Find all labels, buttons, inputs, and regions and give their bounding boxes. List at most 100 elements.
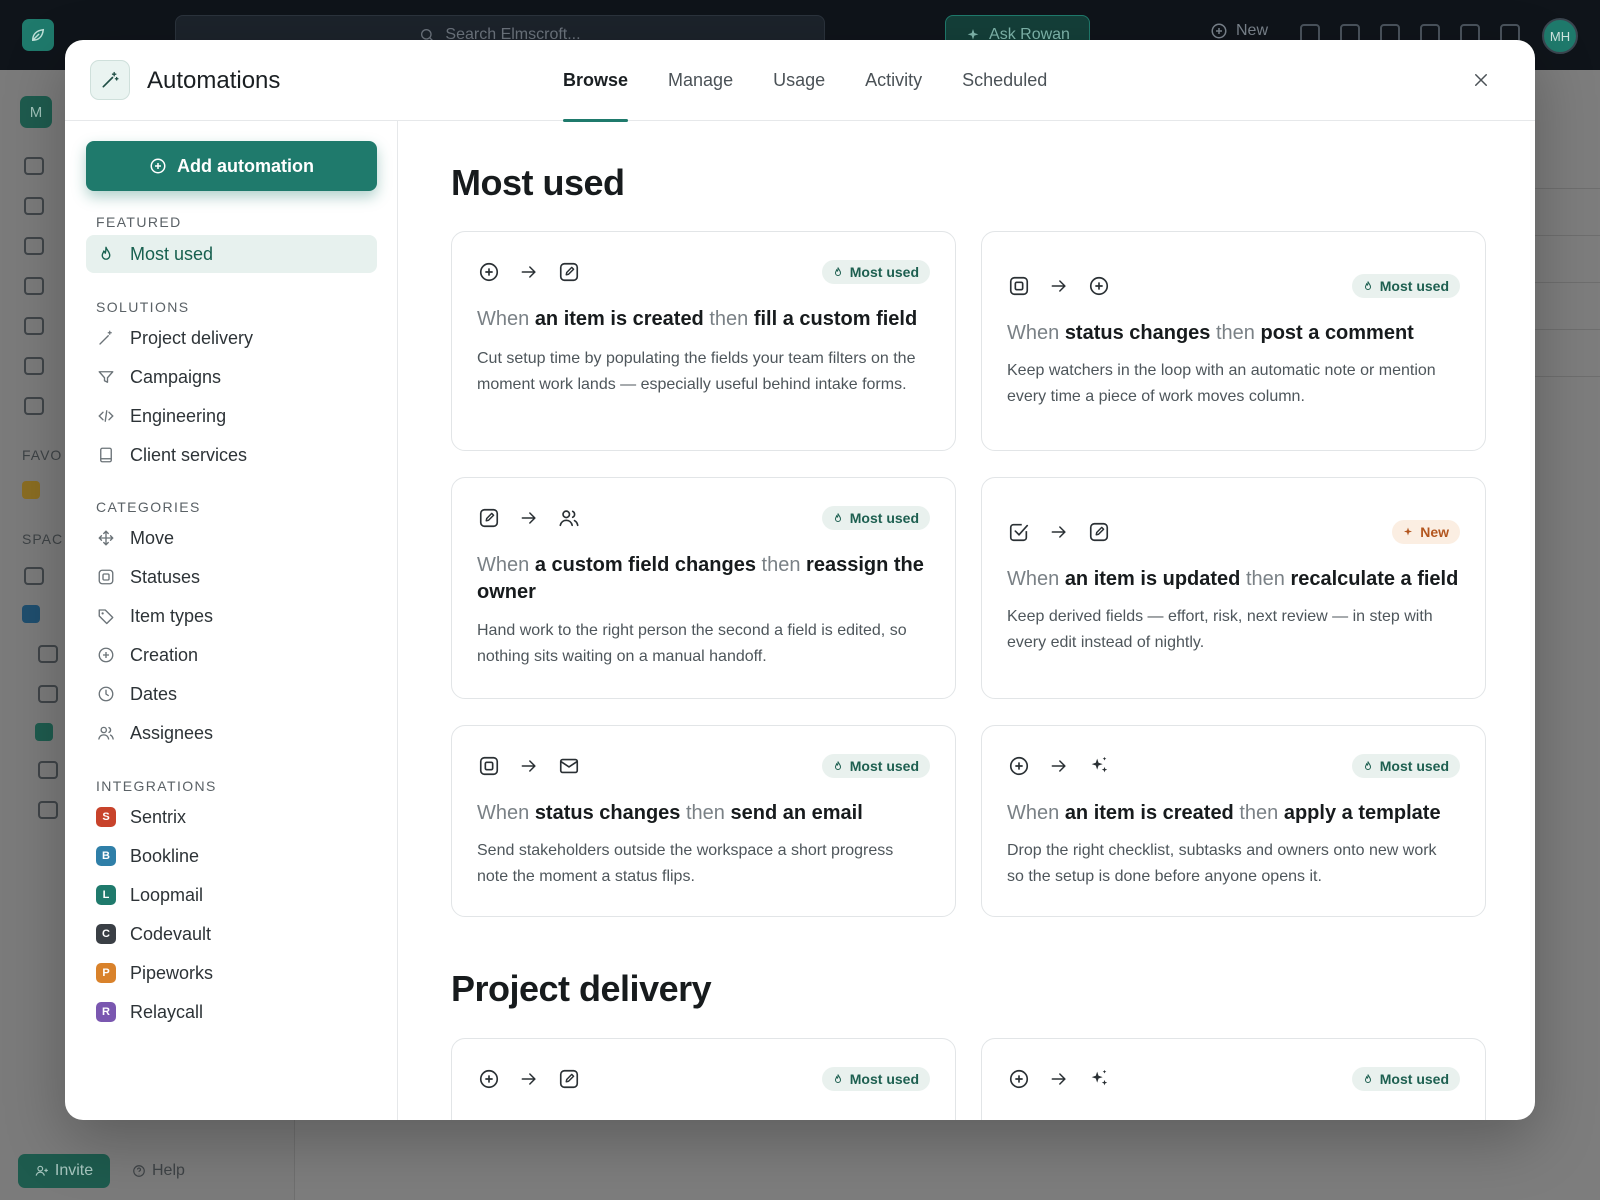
tab-browse[interactable]: Browse (543, 40, 648, 122)
card-title: When status changes then send an email (477, 800, 930, 827)
sidebar-item-client-services[interactable]: Client services (86, 436, 377, 474)
flow-icons (477, 260, 581, 284)
more-icon[interactable] (24, 397, 44, 415)
add-automation-label: Add automation (177, 155, 314, 176)
card-description: Send stakeholders outside the workspace … (477, 842, 894, 885)
dashboards-icon[interactable] (24, 277, 44, 295)
sidebar-item-sentrix[interactable]: S Sentrix (86, 798, 377, 836)
most-used-badge: Most used (821, 754, 930, 778)
flow-icons (1007, 520, 1111, 544)
home-icon[interactable] (24, 157, 44, 175)
sidebar-item-creation[interactable]: Creation (86, 636, 377, 674)
user-avatar[interactable]: MH (1542, 18, 1578, 54)
new-button[interactable]: New (1210, 22, 1268, 40)
automation-card[interactable]: Most used (451, 1038, 956, 1120)
sidebar-item-engineering[interactable]: Engineering (86, 397, 377, 435)
workspace-avatar[interactable]: M (20, 96, 52, 128)
leaf-icon (31, 28, 45, 42)
tag-icon (96, 606, 116, 626)
branch-icon[interactable] (24, 567, 44, 585)
sparkles-icon (1087, 1067, 1111, 1091)
status-icon (477, 754, 501, 778)
sidebar-item-label: Pipeworks (130, 962, 214, 983)
close-button[interactable] (1469, 68, 1493, 92)
sidebar-item-codevault[interactable]: C Codevault (86, 915, 377, 953)
list-icon[interactable] (38, 801, 58, 819)
categories-label: CATEGORIES (96, 499, 201, 515)
automation-card[interactable]: New When an item is updated then recalcu… (981, 477, 1486, 699)
arrow-right-icon (1047, 274, 1071, 298)
sparkles-icon (1087, 754, 1111, 778)
sidebar-item-project-delivery[interactable]: Project delivery (86, 319, 377, 357)
filter-icon (96, 367, 116, 387)
flow-icons (477, 1067, 581, 1091)
card-title: When an item is created then fill a cust… (477, 306, 930, 333)
sidebar-item-item-types[interactable]: Item types (86, 597, 377, 635)
sidebar-item-assignees[interactable]: Assignees (86, 714, 377, 752)
card-then: then (1215, 322, 1255, 344)
badge-label: Most used (1379, 278, 1449, 294)
add-automation-button[interactable]: Add automation (86, 141, 377, 191)
help-label: Help (152, 1162, 185, 1179)
card-when: When (1007, 802, 1060, 824)
mail-icon (557, 754, 581, 778)
automation-card[interactable]: Most used When a custom field changes th… (451, 477, 956, 699)
tab-activity[interactable]: Activity (845, 40, 942, 121)
badge-label: Most used (1379, 758, 1449, 774)
flame-icon (1364, 281, 1371, 290)
arrow-right-icon (1047, 754, 1071, 778)
recordings-icon[interactable] (24, 317, 44, 335)
card-then: then (709, 308, 749, 330)
sidebar-item-label: Engineering (130, 405, 227, 426)
card-trigger: an item is updated (1064, 568, 1241, 590)
section-heading: Most used (451, 162, 625, 203)
card-when: When (477, 308, 530, 330)
sidebar-item-statuses[interactable]: Statuses (86, 558, 377, 596)
badge-label: Most used (849, 1071, 919, 1087)
help-button[interactable]: Help (132, 1162, 185, 1180)
folder-icon[interactable] (38, 645, 58, 663)
plus-circle-icon (1211, 23, 1227, 39)
tab-manage[interactable]: Manage (648, 40, 753, 121)
users-icon (557, 506, 581, 530)
sidebar-item-move[interactable]: Move (86, 519, 377, 557)
automation-card[interactable]: Most used When an item is created then f… (451, 231, 956, 451)
sidebar-item-relaycall[interactable]: R Relaycall (86, 993, 377, 1031)
automation-card[interactable]: Most used When status changes then post … (981, 231, 1486, 451)
space-dot (22, 605, 40, 623)
timesheets-icon[interactable] (24, 357, 44, 375)
spaces-label: SPAC (22, 531, 64, 547)
flow-icons (477, 506, 581, 530)
plus-circle-icon (477, 1067, 501, 1091)
book-icon[interactable] (38, 761, 58, 779)
tab-scheduled[interactable]: Scheduled (942, 40, 1067, 121)
list-icon[interactable] (38, 685, 58, 703)
docs-icon[interactable] (24, 237, 44, 255)
app-logo[interactable] (22, 19, 54, 51)
inbox-icon[interactable] (24, 197, 44, 215)
invite-button[interactable]: Invite (18, 1154, 110, 1188)
card-then: then (1245, 568, 1285, 590)
flame-icon (834, 761, 841, 770)
automation-card[interactable]: Most used (981, 1038, 1486, 1120)
sidebar-item-bookline[interactable]: B Bookline (86, 837, 377, 875)
automation-card[interactable]: Most used When status changes then send … (451, 725, 956, 917)
sidebar-item-loopmail[interactable]: L Loopmail (86, 876, 377, 914)
sidebar-item-campaigns[interactable]: Campaigns (86, 358, 377, 396)
badge-label: New (1420, 524, 1449, 540)
edit-icon (1087, 520, 1111, 544)
flow-icons (1007, 274, 1111, 298)
flame-icon (1364, 1074, 1371, 1083)
sidebar-item-dates[interactable]: Dates (86, 675, 377, 713)
sidebar-item-most-used[interactable]: Most used (86, 235, 377, 273)
badge-label: Most used (1379, 1071, 1449, 1087)
most-used-badge: Most used (1351, 1067, 1460, 1091)
card-when: When (1007, 322, 1060, 344)
automation-card[interactable]: Most used When an item is created then a… (981, 725, 1486, 917)
sidebar-item-pipeworks[interactable]: P Pipeworks (86, 954, 377, 992)
checkbox-icon (1007, 520, 1031, 544)
codevault-logo: C (96, 924, 116, 944)
tab-usage[interactable]: Usage (753, 40, 845, 121)
badge-label: Most used (849, 264, 919, 280)
modal-main: Most used Most used When an item is crea… (399, 121, 1535, 1120)
